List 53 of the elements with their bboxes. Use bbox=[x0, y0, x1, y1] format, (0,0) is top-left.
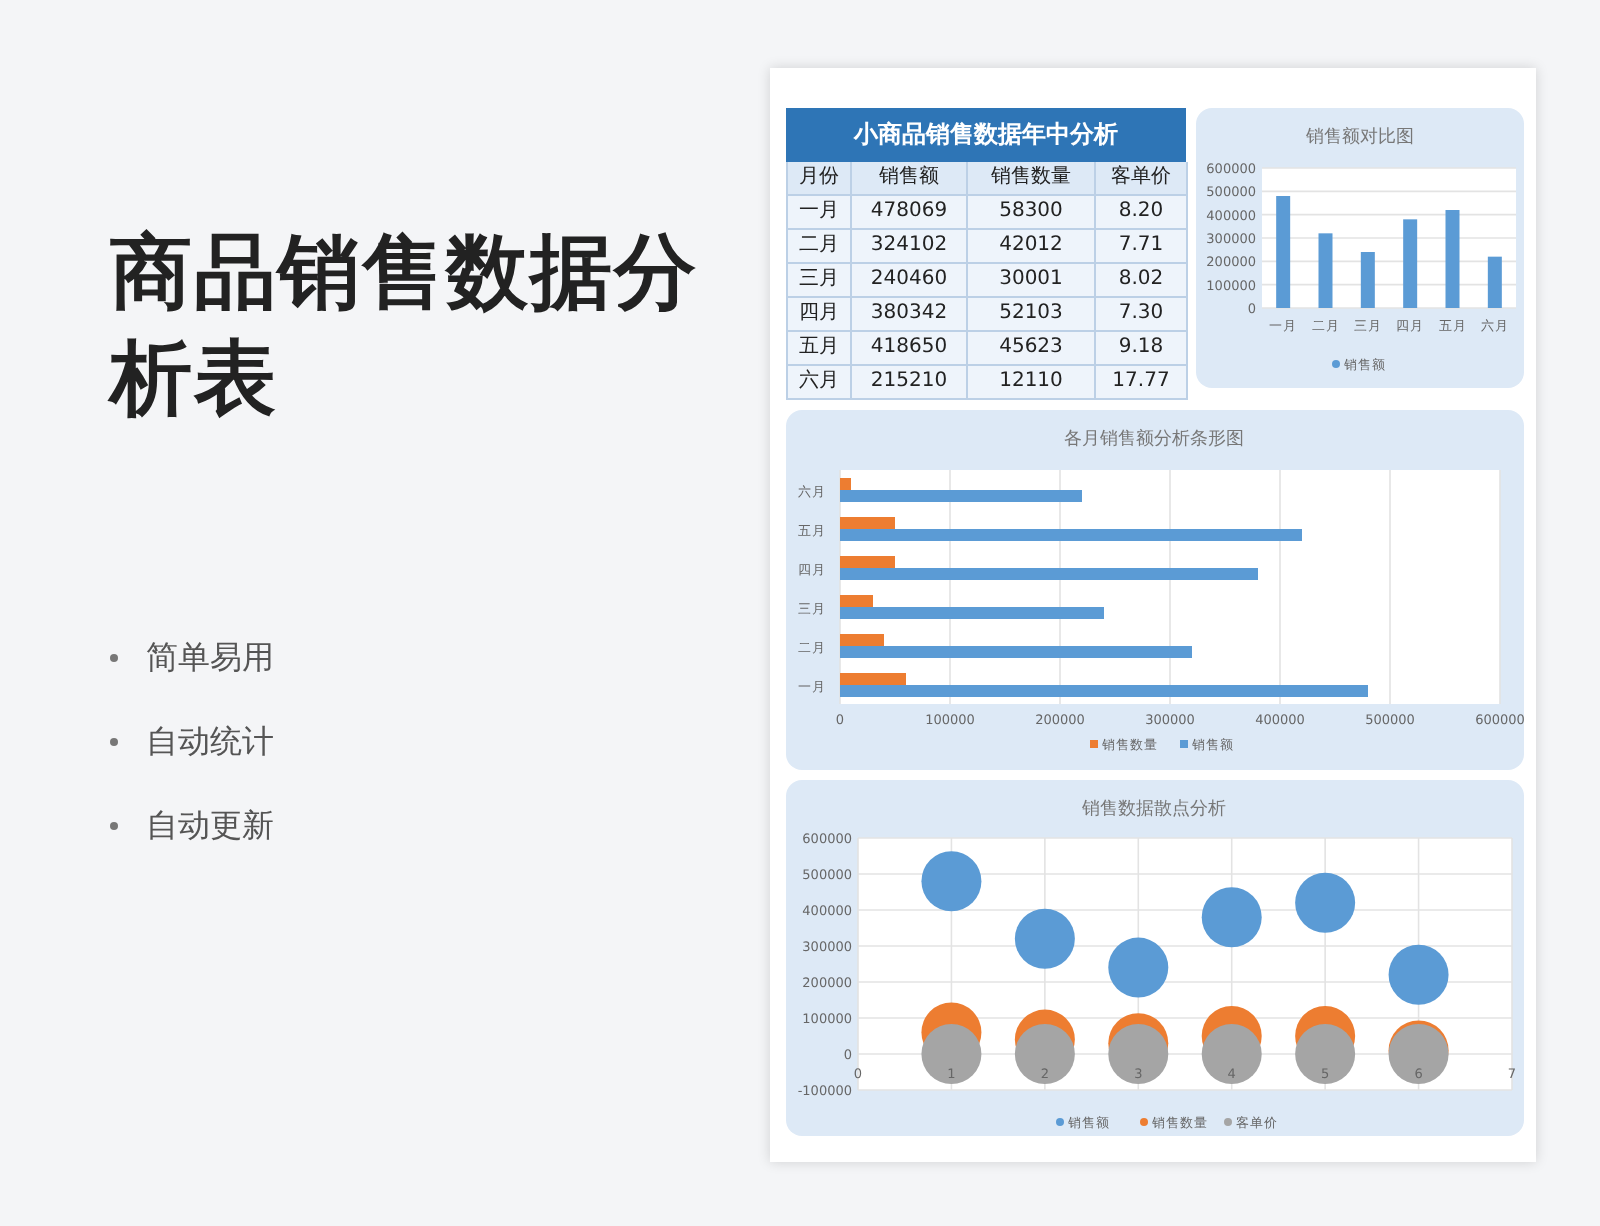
table-cell: 42012 bbox=[968, 230, 1096, 264]
table-cell: 52103 bbox=[968, 298, 1096, 332]
data-point bbox=[1108, 1024, 1169, 1084]
table-title: 小商品销售数据年中分析 bbox=[786, 108, 1186, 162]
bar bbox=[1276, 196, 1291, 308]
table-cell: 7.30 bbox=[1096, 298, 1188, 332]
table-cell: 8.02 bbox=[1096, 264, 1188, 298]
table-cell: 30001 bbox=[968, 264, 1096, 298]
data-point bbox=[921, 851, 982, 912]
table-cell: 45623 bbox=[968, 332, 1096, 366]
data-point bbox=[1295, 1024, 1356, 1084]
table-cell: 380342 bbox=[852, 298, 968, 332]
table-cell: 215210 bbox=[852, 366, 968, 400]
table-cell: 一月 bbox=[788, 196, 852, 230]
column-header: 客单价 bbox=[1096, 162, 1188, 196]
table-cell: 9.18 bbox=[1096, 332, 1188, 366]
table-cell: 58300 bbox=[968, 196, 1096, 230]
column-header: 销售额 bbox=[852, 162, 968, 196]
bar bbox=[1403, 219, 1418, 308]
table-cell: 324102 bbox=[852, 230, 968, 264]
data-point bbox=[1014, 908, 1075, 969]
feature-text: 自动统计 bbox=[146, 721, 274, 763]
bullet-icon bbox=[110, 822, 118, 830]
headline: 商品销售数据分析表 bbox=[110, 222, 700, 430]
table-cell: 8.20 bbox=[1096, 196, 1188, 230]
table-cell: 三月 bbox=[788, 264, 852, 298]
table-cell: 二月 bbox=[788, 230, 852, 264]
data-point bbox=[1014, 1024, 1075, 1084]
data-point bbox=[1388, 944, 1449, 1005]
table-cell: 六月 bbox=[788, 366, 852, 400]
data-point bbox=[921, 1024, 982, 1084]
chart-title: 销售数据散点分析 bbox=[1082, 800, 1226, 820]
data-point bbox=[1295, 872, 1356, 933]
table-cell: 478069 bbox=[852, 196, 968, 230]
chart-title: 销售额对比图 bbox=[1306, 128, 1414, 148]
column-header: 销售数量 bbox=[968, 162, 1096, 196]
table-cell: 12110 bbox=[968, 366, 1096, 400]
data-point bbox=[1201, 1024, 1262, 1084]
feature-text: 自动更新 bbox=[146, 805, 274, 847]
bullet-icon bbox=[110, 738, 118, 746]
chart-title: 各月销售额分析条形图 bbox=[1064, 430, 1244, 450]
table-cell: 418650 bbox=[852, 332, 968, 366]
data-point bbox=[1201, 887, 1262, 948]
table-cell: 240460 bbox=[852, 264, 968, 298]
column-header: 月份 bbox=[788, 162, 852, 196]
data-point bbox=[1108, 937, 1169, 998]
table-cell: 7.71 bbox=[1096, 230, 1188, 264]
bullet-icon bbox=[110, 654, 118, 662]
feature-text: 简单易用 bbox=[146, 637, 274, 679]
table-cell: 五月 bbox=[788, 332, 852, 366]
table-cell: 四月 bbox=[788, 298, 852, 332]
table-cell: 17.77 bbox=[1096, 366, 1188, 400]
data-point bbox=[1388, 1024, 1449, 1084]
